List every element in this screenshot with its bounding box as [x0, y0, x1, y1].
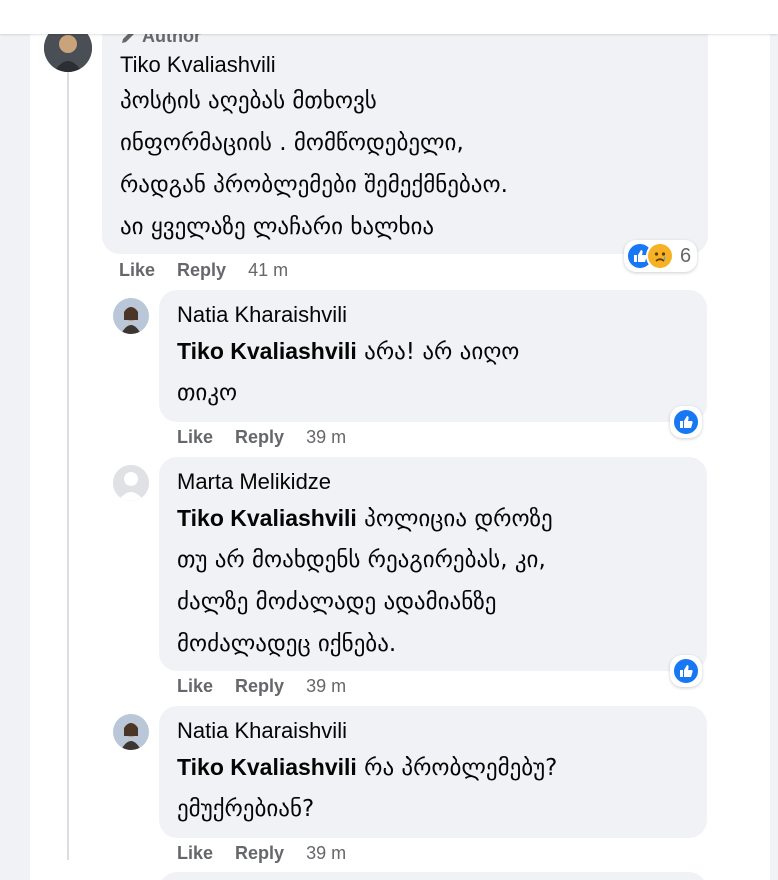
reply-2-line-2: თუ არ მოახდენს რეაგირებას, კი,	[177, 547, 546, 573]
author-badge: Author	[120, 34, 201, 47]
reply-1-mention[interactable]: Tiko Kvaliashvili	[177, 338, 357, 364]
reply-2-text-1: პოლიცია დროზე	[364, 506, 553, 532]
top-comment-reaction-count: 6	[680, 244, 692, 267]
top-comment-reactions[interactable]: 6	[624, 240, 698, 272]
reply-2-line-4: მოძალადეც იქნება.	[177, 631, 397, 657]
like-reaction-icon	[672, 408, 700, 436]
reply-timestamp: 39 m	[306, 676, 347, 696]
reply-button[interactable]: Reply	[177, 260, 226, 281]
top-comment-line-4: აი ყველაზე ლაჩარი ხალხია	[120, 214, 435, 240]
reply-1-actions: Like Reply 39 m	[177, 427, 346, 448]
default-user-icon	[113, 465, 149, 501]
like-button[interactable]: Like	[119, 260, 155, 281]
reply-1-avatar[interactable]	[113, 298, 149, 334]
sad-reaction-icon	[646, 242, 674, 270]
comments-page: Author Tiko Kvaliashvili პოსტის აღებას მ…	[0, 34, 778, 880]
top-comment-line-1: პოსტის აღებას მთხოვს	[120, 88, 377, 114]
author-badge-label: Author	[142, 34, 201, 46]
reply-3-mention[interactable]: Tiko Kvaliashvili	[177, 754, 357, 780]
reply-button[interactable]: Reply	[235, 843, 284, 864]
reply-3-actions: Like Reply 39 m	[177, 843, 346, 864]
reply-button[interactable]: Reply	[235, 676, 284, 697]
reply-timestamp: 39 m	[306, 843, 347, 863]
top-comment-line-2: ინფორმაციის . მომწოდებელი,	[120, 130, 464, 156]
reply-2-reactions[interactable]	[670, 655, 702, 687]
reply-timestamp: 39 m	[306, 427, 347, 447]
reply-3-avatar[interactable]	[113, 714, 149, 750]
like-button[interactable]: Like	[177, 843, 213, 864]
comment-timestamp: 41 m	[248, 260, 289, 280]
avatar-photo-icon	[113, 714, 149, 750]
reply-button[interactable]: Reply	[235, 427, 284, 448]
reply-2-mention[interactable]: Tiko Kvaliashvili	[177, 505, 357, 531]
reply-1-reactions[interactable]	[670, 406, 702, 438]
reply-3-line-2: ემუქრებიან?	[177, 796, 315, 822]
reply-2-line-3: ძალზე მოძალადე ადამიანზე	[177, 589, 497, 615]
reply-2-avatar[interactable]	[113, 465, 149, 501]
top-bar	[0, 0, 778, 34]
like-reaction-icon	[672, 657, 700, 685]
reply-3-text-1: რა პრობლემებუ?	[364, 755, 558, 781]
like-button[interactable]: Like	[177, 427, 213, 448]
next-reply-bubble-partial	[159, 872, 707, 880]
top-comment-actions: Like Reply 41 m	[119, 260, 288, 281]
reply-1-line-1: Tiko Kvaliashvili არა! არ აიღო	[177, 330, 519, 373]
reply-1-author[interactable]: Natia Kharaishvili	[177, 302, 347, 328]
pencil-icon	[122, 34, 134, 43]
like-button[interactable]: Like	[177, 676, 213, 697]
top-comment-author[interactable]: Tiko Kvaliashvili	[120, 52, 276, 78]
reply-1-text-1: არა! არ აიღო	[364, 339, 520, 365]
avatar-photo-icon	[113, 298, 149, 334]
top-comment-line-3: რადგან პრობლემები შემექმნებაო.	[120, 172, 508, 198]
thread-connector	[67, 60, 69, 860]
reply-2-actions: Like Reply 39 m	[177, 676, 346, 697]
reply-3-author[interactable]: Natia Kharaishvili	[177, 718, 347, 744]
reply-2-author[interactable]: Marta Melikidze	[177, 469, 331, 495]
reply-3-line-1: Tiko Kvaliashvili რა პრობლემებუ?	[177, 746, 557, 789]
reply-1-line-2: თიკო	[177, 380, 238, 406]
reply-2-line-1: Tiko Kvaliashvili პოლიცია დროზე	[177, 497, 553, 540]
